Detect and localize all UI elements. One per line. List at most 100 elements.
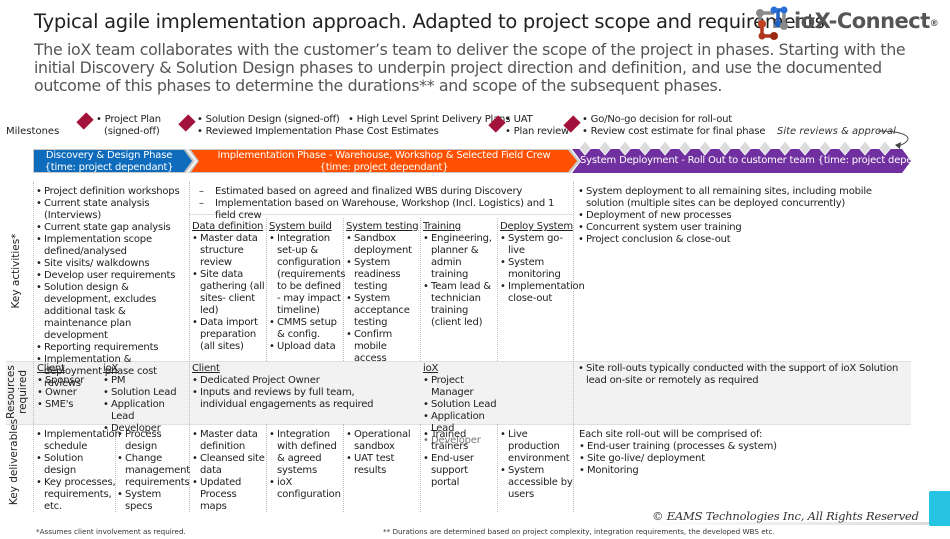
list-item: Solution Lead <box>103 387 189 399</box>
activities-column-deploy-system: Deploy SystemSystem go-liveSystem monito… <box>500 221 585 305</box>
list-item: Process design <box>117 429 189 453</box>
activities-implementation-notes: Estimated based on agreed and finalized … <box>195 186 573 222</box>
logo-text: ioX-Connect® <box>794 9 939 33</box>
activities-column-heading: Deploy System <box>500 221 573 232</box>
list-item: Inputs and reviews by full team, individ… <box>192 387 392 411</box>
site-reviews-arrowhead <box>895 142 901 149</box>
list-item: System go-live <box>500 233 575 257</box>
list-item: Cleansed site data <box>192 453 266 477</box>
list-item: PM <box>103 375 189 387</box>
activities-discovery: Project definition workshopsCurrent stat… <box>36 186 188 390</box>
list-item: Confirm mobile access <box>346 329 421 365</box>
accent-block <box>929 491 950 526</box>
list-item: Site go-live/ deployment <box>579 453 909 465</box>
resources-deployment: Site roll-outs typically conducted with … <box>578 363 908 387</box>
list-item: System readiness testing <box>346 257 421 293</box>
list-item: UAT test results <box>346 453 420 477</box>
list-item: System monitoring <box>500 257 575 281</box>
resources-heading: ioX <box>423 363 439 374</box>
resources-heading: ioX <box>103 363 119 374</box>
list-item: End-user training (processes & system) <box>579 441 909 453</box>
row-label-key-activities: Key activities* <box>10 233 22 309</box>
list-item: Implementation schedule <box>36 429 121 453</box>
deliverables-deployment-intro: Each site roll-out will be comprised of: <box>579 429 763 440</box>
list-item: Solution design <box>36 453 116 477</box>
resources-discovery-iox: ioX PMSolution LeadApplication LeadDevel… <box>103 363 189 435</box>
list-item: System acceptance testing <box>346 293 421 329</box>
logo-mark-icon <box>756 6 788 40</box>
list-item: SME's <box>37 399 103 411</box>
list-item: Site data gathering (all sites- client l… <box>192 269 267 317</box>
activities-discovery-list: Project definition workshopsCurrent stat… <box>36 186 188 390</box>
list-item: Estimated based on agreed and finalized … <box>195 186 573 198</box>
deliverables-col-1: Implementation scheduleSolution designKe… <box>36 429 121 513</box>
list-item: Solution Lead <box>423 399 503 411</box>
list-item: Dedicated Project Owner <box>192 375 392 387</box>
list-item: Engineering, planner & admin training <box>423 233 498 281</box>
list-item: Integration with defined & agreed system… <box>269 429 343 477</box>
row-label-key-deliverables: Key deliverables <box>8 418 20 506</box>
col-divider <box>33 182 34 512</box>
list-item: Change management requirements <box>117 453 190 489</box>
list-item: Monitoring <box>579 465 909 477</box>
list-item: Sponsor <box>37 375 103 387</box>
list-item: Develop user requirements <box>36 270 188 282</box>
activities-column-heading: System build <box>269 221 332 232</box>
list-item: Deployment of new processes <box>578 210 908 222</box>
col-divider <box>189 182 190 512</box>
list-item: Sandbox deployment <box>346 233 421 257</box>
list-item: Integration set-up & configuration (requ… <box>269 233 345 317</box>
resources-discovery-client: Client SponsorOwnerSME's <box>37 363 103 411</box>
list-item: Live production environment <box>500 429 574 465</box>
implementation-notes-list: Estimated based on agreed and finalized … <box>195 186 573 222</box>
iox-connect-logo: ioX-Connect® <box>752 4 947 42</box>
deployment-phase-label: System Deployment - Roll Out to customer… <box>580 155 947 166</box>
list-item: Master data structure review <box>192 233 267 269</box>
deliverables-col-6: Trained trainersEnd-user support portal <box>423 429 497 489</box>
list-item: Key processes, requirements, etc. <box>36 477 116 513</box>
resources-implementation-client: Client Dedicated Project OwnerInputs and… <box>192 363 392 411</box>
discovery-phase-label: Discovery & Design Phase {time: project … <box>44 150 174 173</box>
list-item: System specs <box>117 489 189 513</box>
list-item: Site roll-outs typically conducted with … <box>578 363 908 387</box>
implementation-phase-label: Implementation Phase - Warehouse, Worksh… <box>217 150 551 173</box>
activities-column-heading: Training <box>423 221 461 232</box>
copyright: © EAMS Technologies Inc, All Rights Rese… <box>652 509 919 523</box>
activities-column-data-definition: Data definitionMaster data structure rev… <box>192 221 267 353</box>
activities-column-heading: Data definition <box>192 221 264 232</box>
page-subtitle: The ioX team collaborates with the custo… <box>34 40 906 95</box>
list-item: Project definition workshops <box>36 186 188 198</box>
list-item: Current state gap analysis <box>36 222 188 234</box>
deliverables-col-5: Operational sandboxUAT test results <box>346 429 420 477</box>
list-item: Trained trainers <box>423 429 497 453</box>
list-item: Implementation scope defined/analysed <box>36 234 188 258</box>
list-item: Reporting requirements <box>36 342 188 354</box>
list-item: Project conclusion & close-out <box>578 234 908 246</box>
col-divider <box>266 424 267 512</box>
deliverables-col-7: Live production environmentSystem access… <box>500 429 574 501</box>
row-label-resources: Resources required <box>5 365 29 419</box>
activities-column-training: TrainingEngineering, planner & admin tra… <box>423 221 498 329</box>
list-item: Owner <box>37 387 103 399</box>
list-item: Implementation based on Warehouse, Works… <box>195 198 573 222</box>
footnote-client-involvement: *Assumes client involvement as required. <box>36 527 186 536</box>
list-item: Master data definition <box>192 429 266 453</box>
footnote-durations: ** Durations are determined based on pro… <box>383 527 775 536</box>
list-item: Implementation close-out <box>500 281 585 305</box>
activities-column-heading: System testing <box>346 221 419 232</box>
list-item: System deployment to all remaining sites… <box>578 186 908 210</box>
list-item: Current state analysis (Interviews) <box>36 198 188 222</box>
list-item: Team lead & technician training (client … <box>423 281 498 329</box>
list-item: Site visits/ walkdowns <box>36 258 188 270</box>
resources-heading: Client <box>37 363 65 374</box>
list-item: Data import preparation (all sites) <box>192 317 267 353</box>
deliverables-col-3: Master data definitionCleansed site data… <box>192 429 266 513</box>
activities-column-system-build: System buildIntegration set-up & configu… <box>269 221 345 353</box>
col-divider <box>343 424 344 512</box>
list-item: Updated Process maps <box>192 477 266 513</box>
deliverables-col-4: Integration with defined & agreed system… <box>269 429 343 501</box>
activities-deployment-list: System deployment to all remaining sites… <box>578 186 908 246</box>
resources-heading: Client <box>192 363 220 374</box>
list-item: Concurrent system user training <box>578 222 908 234</box>
list-item: Solution design & development, excludes … <box>36 282 188 342</box>
